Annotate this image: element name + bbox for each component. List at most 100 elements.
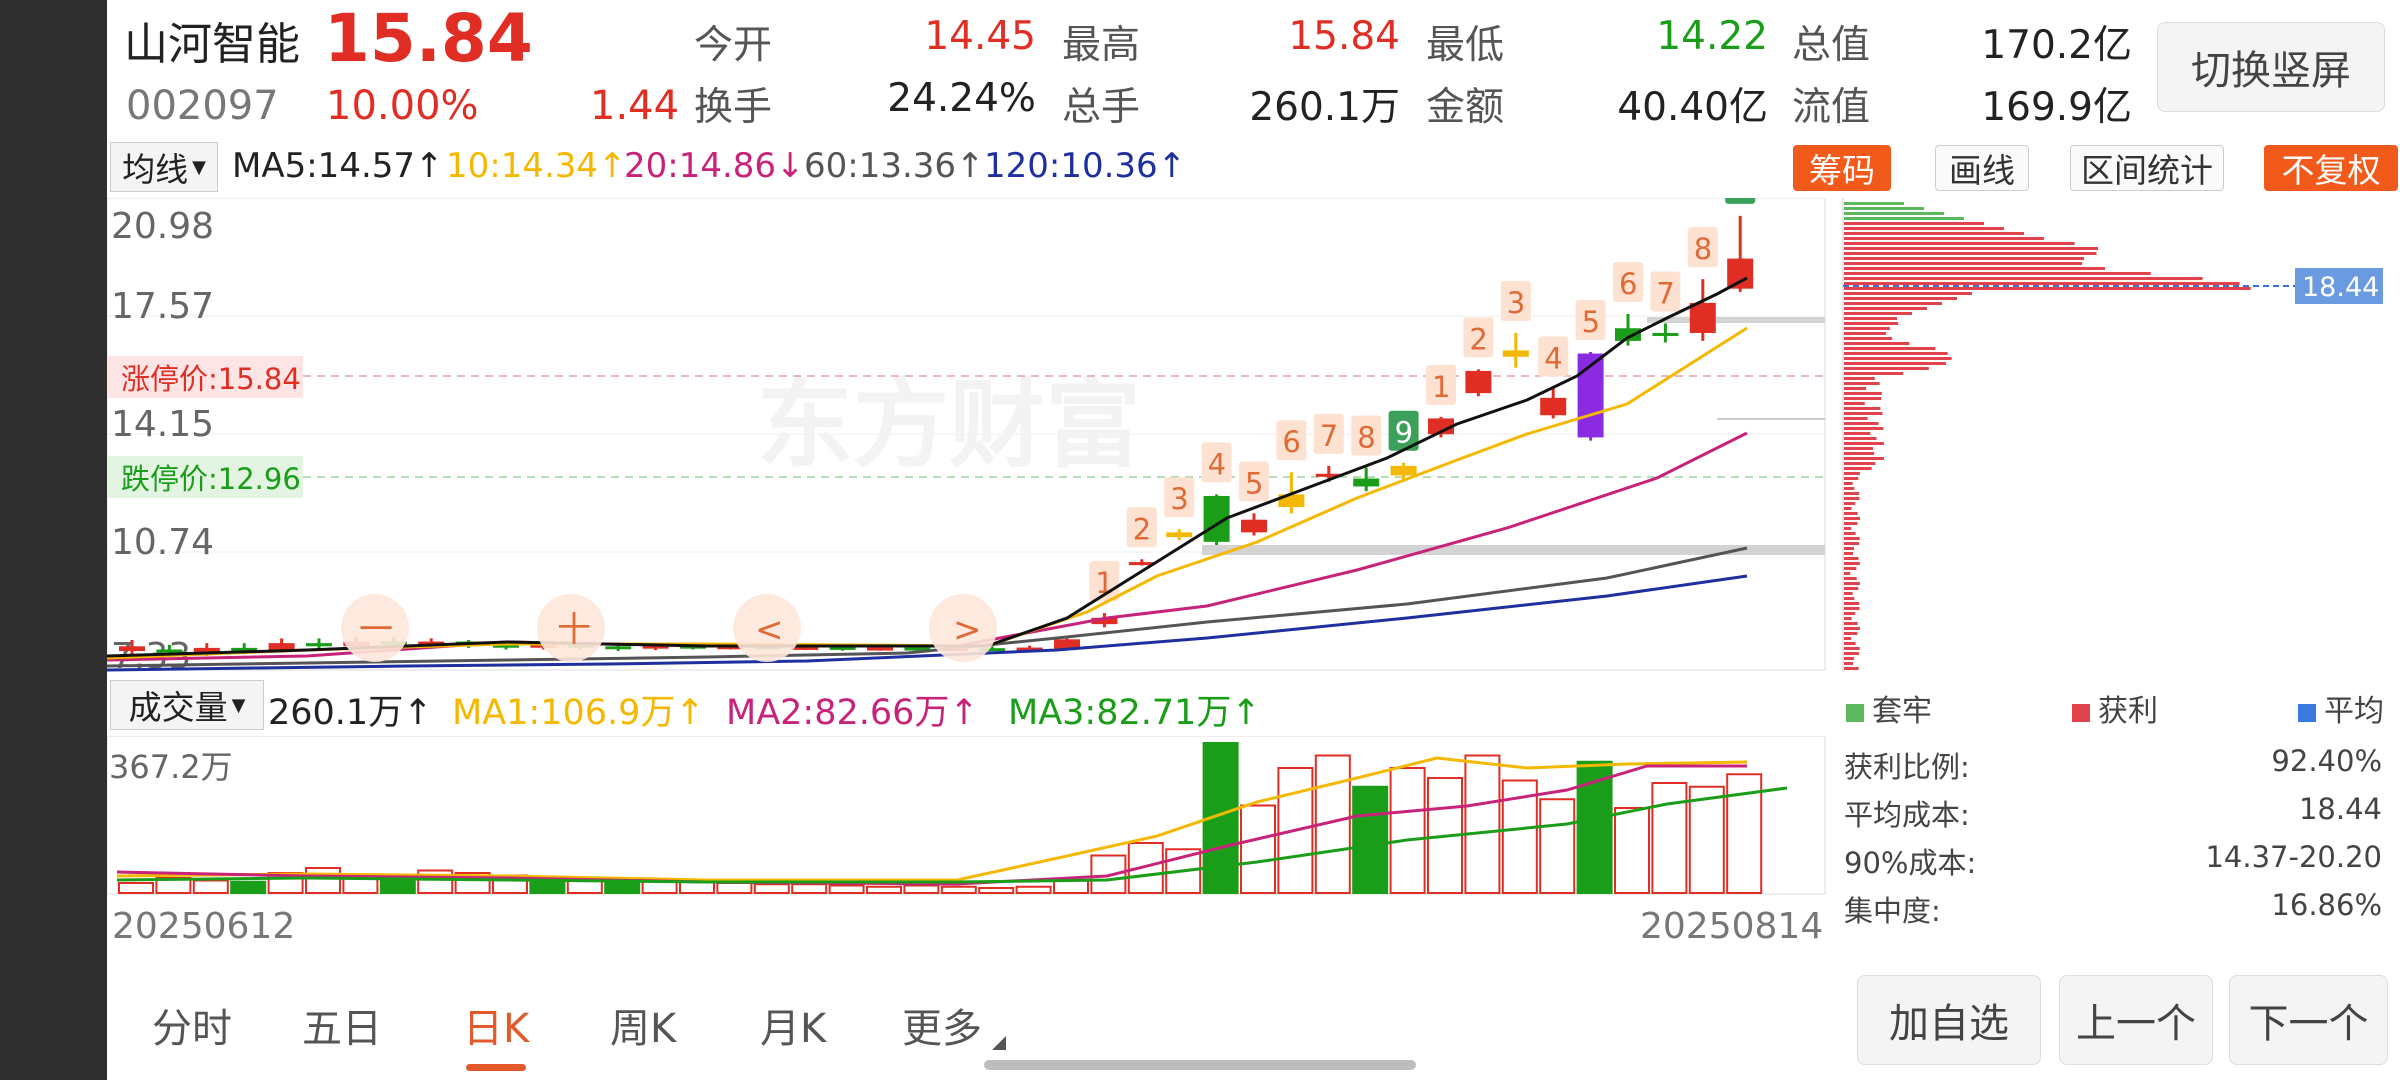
chip-bar [1844,332,1887,335]
td-count-label: 6 [1282,425,1300,459]
volume-bar [1651,782,1688,894]
candle-body [156,649,183,653]
price-axis-label: 17.57 [111,286,214,327]
chip-bar [1844,507,1852,510]
chip-bar [1844,352,1948,355]
tab-daily-k[interactable]: 日K [463,996,529,1054]
high-value: 15.84 [1288,14,1400,59]
chip-bar [1844,457,1884,460]
chip-distribution: 18.44 [1842,198,2383,672]
chip-bar [1844,567,1857,570]
legend-trapped-label: 套牢 [1872,694,1932,729]
chip-stat-value: 92.40% [2271,744,2382,778]
chip-stat-label: 平均成本: [1844,798,1970,832]
td-count-label: 6 [1619,267,1637,301]
stock-name: 山河智能 [124,19,300,70]
chip-bar [1844,542,1860,545]
left-edge-bar [0,0,107,1080]
candle-body [306,643,332,647]
kline-chart[interactable]: 东方财富 20.98 17.57 14.15 10.74 7.33 涨停价:15… [107,198,1827,672]
chip-bar [1844,227,2004,230]
chip-bar [1844,537,1860,540]
volume-bar [940,885,977,894]
chip-bar [1844,647,1860,650]
chevron-left-icon: < [755,610,784,650]
chip-bar [1844,622,1858,625]
amount-label: 金额 [1426,85,1505,130]
chip-bar [1844,412,1883,415]
ma-selector[interactable]: 均线 ▼ [110,142,218,192]
price-axis-label: 10.74 [111,522,214,563]
volume-bar [716,882,753,894]
ma20-readout: 20:14.86↓ [624,146,805,186]
chip-bar [1844,267,2105,270]
ma10-readout: 10:14.34↑ [446,146,627,186]
chip-bar [1844,312,1912,315]
td-count-label: 2 [1133,512,1151,546]
previous-stock-button[interactable]: 上一个 [2059,975,2213,1065]
chip-bar [1844,327,1890,330]
chip-bar [1844,462,1876,465]
tab-weekly-k[interactable]: 周K [610,996,676,1054]
volume-bar [1614,807,1650,894]
chip-bar [1844,442,1884,445]
add-watchlist-button[interactable]: 加自选 [1857,975,2041,1065]
chip-stat-value: 18.44 [2298,792,2382,826]
candle-body [1727,258,1754,289]
ma60-readout: 60:13.36↑ [804,146,985,186]
price-axis-label: 14.15 [111,404,214,445]
volume-selector[interactable]: 成交量 ▼ [110,680,264,730]
tab-five-day[interactable]: 五日 [302,996,382,1054]
no-adjust-tag[interactable]: 不复权 [2264,145,2398,191]
chip-bar [1844,337,1893,340]
chip-bar [1844,607,1860,610]
chip-legend-trapped: 套牢 [1846,686,1932,730]
chip-bar [1844,437,1877,440]
next-stock-button[interactable]: 下一个 [2229,975,2388,1065]
chip-legend-avg: 平均 [2298,686,2384,730]
candle-body [1390,465,1417,476]
ma120-readout: 120:10.36↑ [984,146,1187,186]
watermark: 东方财富 [757,369,1141,481]
volume-bar [903,884,940,894]
chip-stat-label: 90%成本: [1844,846,1977,880]
switch-portrait-button[interactable]: 切换竖屏 [2157,22,2385,112]
volume-bar [305,867,341,894]
candle-body [1540,397,1567,416]
scroll-indicator[interactable] [984,1060,1416,1070]
chip-bar [1844,617,1852,620]
chip-bar [1844,512,1858,515]
chip-bar [1844,277,2203,280]
draw-line-button[interactable]: 画线 [1935,145,2029,191]
candle-body [1241,519,1267,533]
open-value: 14.45 [924,14,1036,59]
chip-bar [1844,247,2099,250]
range-stats-button[interactable]: 区间统计 [2070,145,2224,191]
tab-intraday[interactable]: 分时 [152,996,232,1054]
chip-bar [1844,637,1852,640]
chip-bar [1844,657,1854,660]
chips-tag[interactable]: 筹码 [1793,145,1891,191]
td-count-label: 4 [1544,341,1562,375]
chip-bar [1844,317,1897,320]
chip-bar [1844,207,1924,210]
chip-stat-value: 14.37-20.20 [2205,840,2382,874]
chip-bar [1844,292,1972,295]
chip-bar [1844,552,1854,555]
td-count-label: 5 [1245,466,1263,500]
volume-selector-label: 成交量 [128,688,228,727]
volume-chart[interactable]: 367.2万 [107,736,1827,896]
active-tab-underline [466,1064,526,1071]
chip-bar [1844,377,1875,380]
tab-more[interactable]: 更多 [902,996,982,1054]
chip-bar [1844,282,2240,285]
last-price: 15.84 [324,0,533,77]
tab-monthly-k[interactable]: 月K [760,996,826,1054]
chip-bar [1844,602,1860,605]
chip-bar [1844,467,1872,470]
ma-selector-label: 均线 [122,150,189,189]
volume-bar [1240,804,1276,894]
chip-bar [1844,517,1860,520]
chip-bar [1844,387,1867,390]
chevron-down-icon: ▼ [231,694,246,716]
